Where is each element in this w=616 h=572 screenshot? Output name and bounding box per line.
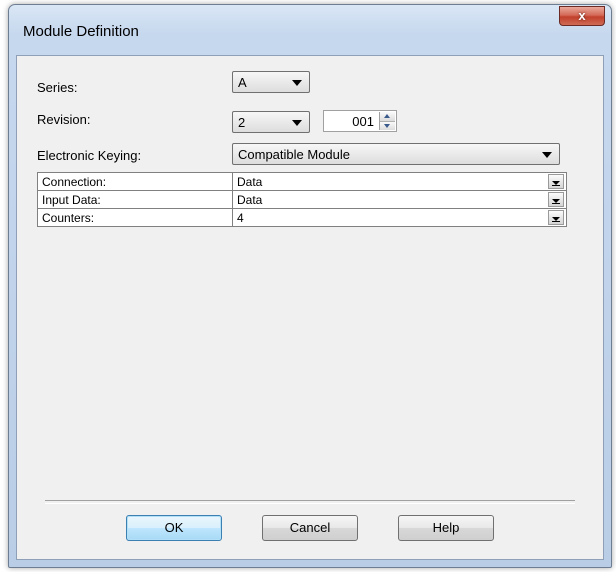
- chevron-down-icon: [292, 80, 302, 86]
- cell-dropdown-bar: [552, 203, 560, 204]
- close-icon: x: [578, 8, 586, 23]
- spin-up-button[interactable]: [380, 112, 395, 121]
- spin-down-icon: [384, 124, 390, 128]
- electronic-keying-label: Electronic Keying:: [37, 148, 142, 163]
- revision-label: Revision:: [37, 112, 91, 127]
- close-button[interactable]: x: [559, 6, 605, 26]
- property-value: 4: [237, 210, 244, 225]
- electronic-keying-value: Compatible Module: [238, 147, 351, 162]
- property-value: Data: [237, 174, 263, 189]
- table-row: Counters: 4: [37, 208, 567, 227]
- cell-dropdown-bar: [552, 221, 560, 222]
- series-select[interactable]: A: [232, 71, 310, 93]
- property-value-cell[interactable]: Data: [232, 172, 567, 191]
- cell-dropdown-button[interactable]: [548, 210, 564, 225]
- spin-down-button[interactable]: [380, 121, 395, 130]
- cell-dropdown-button[interactable]: [548, 174, 564, 189]
- revision-major-value: 2: [238, 115, 246, 130]
- property-value-cell[interactable]: 4: [232, 208, 567, 227]
- table-row: Connection: Data: [37, 172, 567, 191]
- property-value-cell[interactable]: Data: [232, 190, 567, 209]
- electronic-keying-select[interactable]: Compatible Module: [232, 143, 560, 165]
- footer-divider: [45, 500, 575, 504]
- ok-button[interactable]: OK: [126, 515, 222, 541]
- module-properties-grid: Connection: Data Input Data: Data Counte…: [37, 172, 567, 227]
- property-name: Connection:: [37, 172, 233, 191]
- revision-major-select[interactable]: 2: [232, 111, 310, 133]
- chevron-down-icon: [292, 120, 302, 126]
- cell-dropdown-button[interactable]: [548, 192, 564, 207]
- dialog-title: Module Definition: [23, 23, 139, 40]
- revision-minor-spinner[interactable]: 001: [323, 110, 397, 132]
- title-bar[interactable]: Module Definition x: [9, 5, 611, 55]
- property-name: Input Data:: [37, 190, 233, 209]
- chevron-down-icon: [542, 152, 552, 158]
- property-name: Counters:: [37, 208, 233, 227]
- table-row: Input Data: Data: [37, 190, 567, 209]
- series-value: A: [238, 75, 247, 90]
- module-definition-dialog: Module Definition x Series: A Revision: …: [8, 4, 612, 568]
- spin-up-icon: [384, 114, 390, 118]
- revision-minor-value: 001: [352, 114, 374, 129]
- series-label: Series:: [37, 80, 78, 95]
- property-value: Data: [237, 192, 263, 207]
- spinner-buttons: [379, 112, 395, 130]
- cell-dropdown-bar: [552, 185, 560, 186]
- cancel-button[interactable]: Cancel: [262, 515, 358, 541]
- dialog-body: Series: A Revision: 2 001 Electronic Key…: [16, 55, 604, 560]
- help-button[interactable]: Help: [398, 515, 494, 541]
